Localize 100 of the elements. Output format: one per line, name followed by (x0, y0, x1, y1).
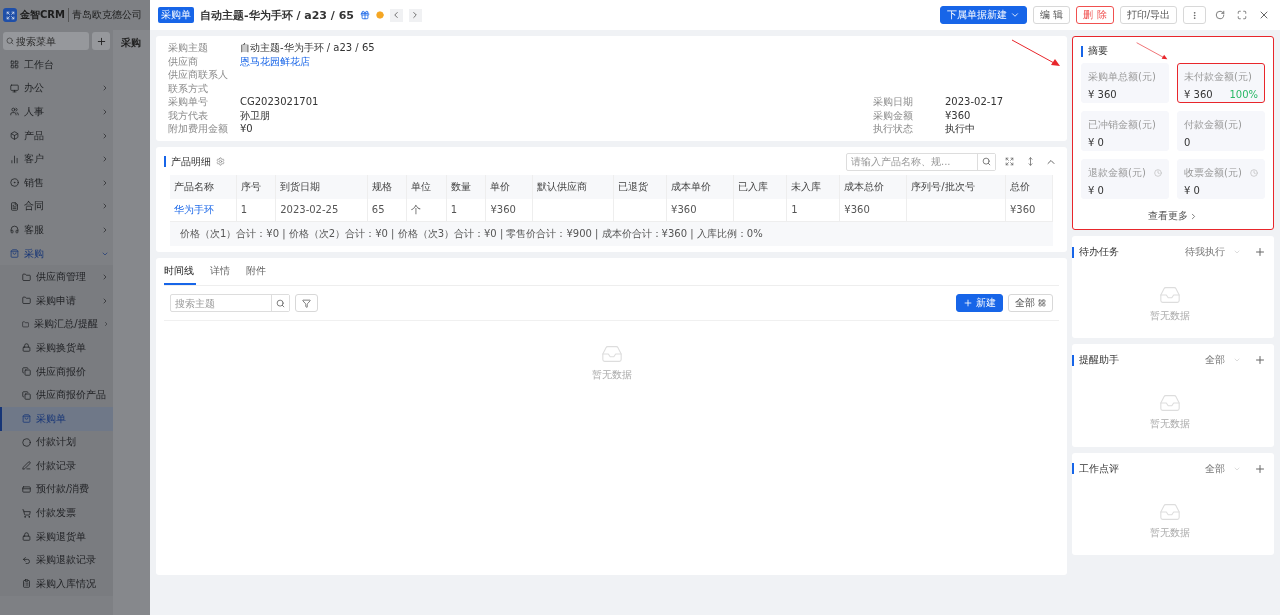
header-button[interactable]: 打印/导出 (1119, 6, 1177, 24)
menu-item[interactable]: 采购入库情况 (0, 572, 113, 596)
column-header: 成本单价 (666, 174, 734, 199)
stat-label: 未付款金额(元) (1184, 70, 1252, 84)
field-label: 采购日期 (873, 95, 914, 109)
column-header: 已入库 (733, 174, 787, 199)
page-title: 采购 (121, 37, 141, 48)
field-label: 采购单号 (168, 95, 209, 109)
header-button[interactable]: 下属单据新建 (940, 6, 1028, 24)
stat-value: ¥ 0 (1088, 137, 1104, 148)
caret-icon (101, 84, 109, 93)
field-label: 供应商 (168, 54, 199, 68)
table-cell: ¥360 (839, 198, 907, 222)
field-value: 执行中 (945, 122, 976, 136)
search-button[interactable] (977, 153, 995, 170)
totals-summary: 价格（次1）合计：¥0 | 价格（次2）合计：¥0 | 价格（次3）合计：¥0 | 零售价合计：¥900 | 成本价合计：¥360 | 入库比例：0% (170, 222, 1053, 246)
table-cell: ¥360 (666, 198, 734, 222)
menu-item[interactable]: 供应商报价 (0, 359, 113, 384)
menu-item[interactable]: 工作台 (0, 53, 113, 77)
menu-item[interactable]: 供应商报价产品 (0, 383, 113, 407)
new-button[interactable]: 新建 (956, 294, 1003, 312)
filter-button[interactable] (295, 294, 318, 312)
menu-item[interactable]: 预付款/消费 (0, 477, 113, 502)
product-link[interactable]: 华为手环 (170, 198, 237, 222)
menu-icon (22, 579, 31, 589)
caret-icon (101, 178, 109, 187)
next-button[interactable] (408, 8, 422, 22)
view-more-link[interactable]: 查看更多 (1148, 205, 1198, 229)
column-header: 规格 (367, 174, 407, 199)
field-label: 供应商联系人 (168, 68, 229, 82)
caret-icon (101, 273, 109, 282)
product-search-field[interactable]: 请输入产品名称、规... (846, 152, 996, 171)
previous-button[interactable] (389, 8, 403, 22)
annotation-arrow (1011, 39, 1061, 67)
tab[interactable]: 详情 (210, 264, 232, 285)
menu-item[interactable]: 采购 (0, 241, 113, 266)
column-header: 默认供应商 (532, 174, 614, 199)
menu-item[interactable]: 客服 (0, 218, 113, 242)
menu-search-field[interactable]: 搜索菜单 (3, 32, 89, 50)
stat-label: 采购单总额(元) (1088, 70, 1156, 84)
table-cell: 1 (236, 198, 276, 222)
filter-select[interactable]: 全部 (1205, 353, 1241, 368)
table-cell: 65 (367, 198, 407, 222)
empty-inbox-icon (1159, 284, 1181, 306)
status-dot-icon (375, 11, 384, 19)
field-value: 2023-02-17 (945, 95, 1005, 109)
menu-item[interactable]: 采购退款记录 (0, 548, 113, 573)
menu-item[interactable]: 合同 (0, 194, 113, 219)
header-button[interactable]: 编 辑 (1033, 6, 1071, 24)
tab[interactable]: 附件 (246, 264, 268, 285)
record-type-tag: 采购单 (158, 7, 194, 23)
supplier-link[interactable]: 恩马花园鲜花店 (240, 54, 873, 68)
section-title: 提醒助手 (1079, 353, 1119, 368)
settings-icon (216, 157, 225, 166)
search-input[interactable]: 搜索菜单 (16, 35, 86, 47)
menu-item[interactable]: 销售 (0, 170, 113, 195)
menu-item[interactable]: 采购单 (0, 406, 113, 431)
menu-icon (10, 60, 19, 70)
menu-item[interactable]: 人事 (0, 100, 113, 124)
menu-item[interactable]: 采购汇总/提醒 (0, 312, 113, 337)
menu-item[interactable]: 采购退货单 (0, 524, 113, 549)
column-header: 序号 (236, 174, 276, 199)
table-cell: ¥360 (1005, 198, 1053, 222)
filter-select[interactable]: 待我执行 (1185, 245, 1241, 259)
expand-icon (1004, 157, 1014, 166)
menu-item[interactable]: 采购换货单 (0, 336, 113, 360)
search-button[interactable] (271, 295, 289, 311)
header-button[interactable]: 删 除 (1076, 6, 1114, 24)
company-name: 青岛欧克德公司 (68, 8, 142, 22)
menu-item[interactable]: 付款发票 (0, 501, 113, 525)
grid-icon (1038, 299, 1046, 307)
all-button[interactable]: 全部 (1008, 294, 1053, 312)
more-button[interactable] (1183, 6, 1206, 24)
field-value: ¥0 (240, 122, 254, 136)
percent-text: 100% (1229, 89, 1258, 100)
plus-icon (1254, 246, 1266, 258)
topic-search-field[interactable]: 搜索主题 (170, 294, 290, 312)
tab[interactable]: 时间线 (164, 264, 196, 285)
menu-item[interactable]: 产品 (0, 123, 113, 148)
menu-icon (10, 131, 19, 141)
menu-item[interactable]: 办公 (0, 76, 113, 101)
menu-icon (10, 249, 19, 259)
app-name: 金智CRM (20, 8, 65, 22)
stat-value: 0 (1184, 137, 1191, 148)
field-value: 孙卫朋 (240, 108, 271, 122)
filter-select[interactable]: 全部 (1205, 461, 1241, 476)
menu-item[interactable]: 客户 (0, 147, 113, 171)
menu-icon (22, 343, 31, 353)
menu-item[interactable]: 供应商管理 (0, 265, 113, 289)
caret-icon (101, 155, 109, 164)
column-header: 总价 (1005, 174, 1053, 199)
empty-text: 暂无数据 (1150, 525, 1190, 540)
menu-item[interactable]: 付款计划 (0, 430, 113, 455)
add-button[interactable] (92, 32, 110, 50)
menu-icon (22, 296, 31, 306)
column-header: 单位 (406, 174, 447, 199)
column-header: 单价 (485, 174, 533, 199)
menu-icon (22, 532, 31, 542)
menu-item[interactable]: 采购申请 (0, 288, 113, 313)
menu-item[interactable]: 付款记录 (0, 454, 113, 478)
